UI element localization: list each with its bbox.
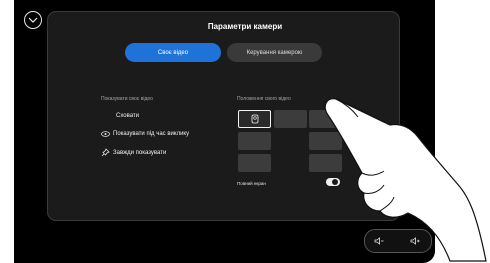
- tab-own-video[interactable]: Своє відео: [125, 43, 221, 62]
- person-icon: [251, 114, 258, 124]
- option-always-show-label: Завжди показувати: [113, 149, 167, 156]
- position-top-left[interactable]: [238, 110, 271, 128]
- option-hide-label: Сховати: [116, 113, 140, 119]
- fullscreen-label: Повний екран: [237, 181, 266, 186]
- pin-icon: [101, 148, 110, 157]
- option-show-during-call-label: Показувати під час виклику: [113, 130, 190, 137]
- option-show-during-call[interactable]: Показувати під час виклику: [101, 129, 189, 138]
- option-hide[interactable]: Сховати: [101, 113, 139, 119]
- position-middle-left[interactable]: [238, 132, 271, 150]
- show-video-section-label: Показувати своє відео: [101, 96, 153, 102]
- position-bottom-left[interactable]: [238, 154, 271, 172]
- position-section-label: Положення свого відео: [237, 96, 291, 102]
- pointing-hand-illustration: [324, 98, 487, 262]
- panel-title: Параметри камери: [207, 22, 283, 31]
- tab-camera-control[interactable]: Керування камерою: [227, 43, 322, 62]
- eye-icon: [101, 129, 110, 138]
- option-always-show[interactable]: Завжди показувати: [101, 148, 166, 157]
